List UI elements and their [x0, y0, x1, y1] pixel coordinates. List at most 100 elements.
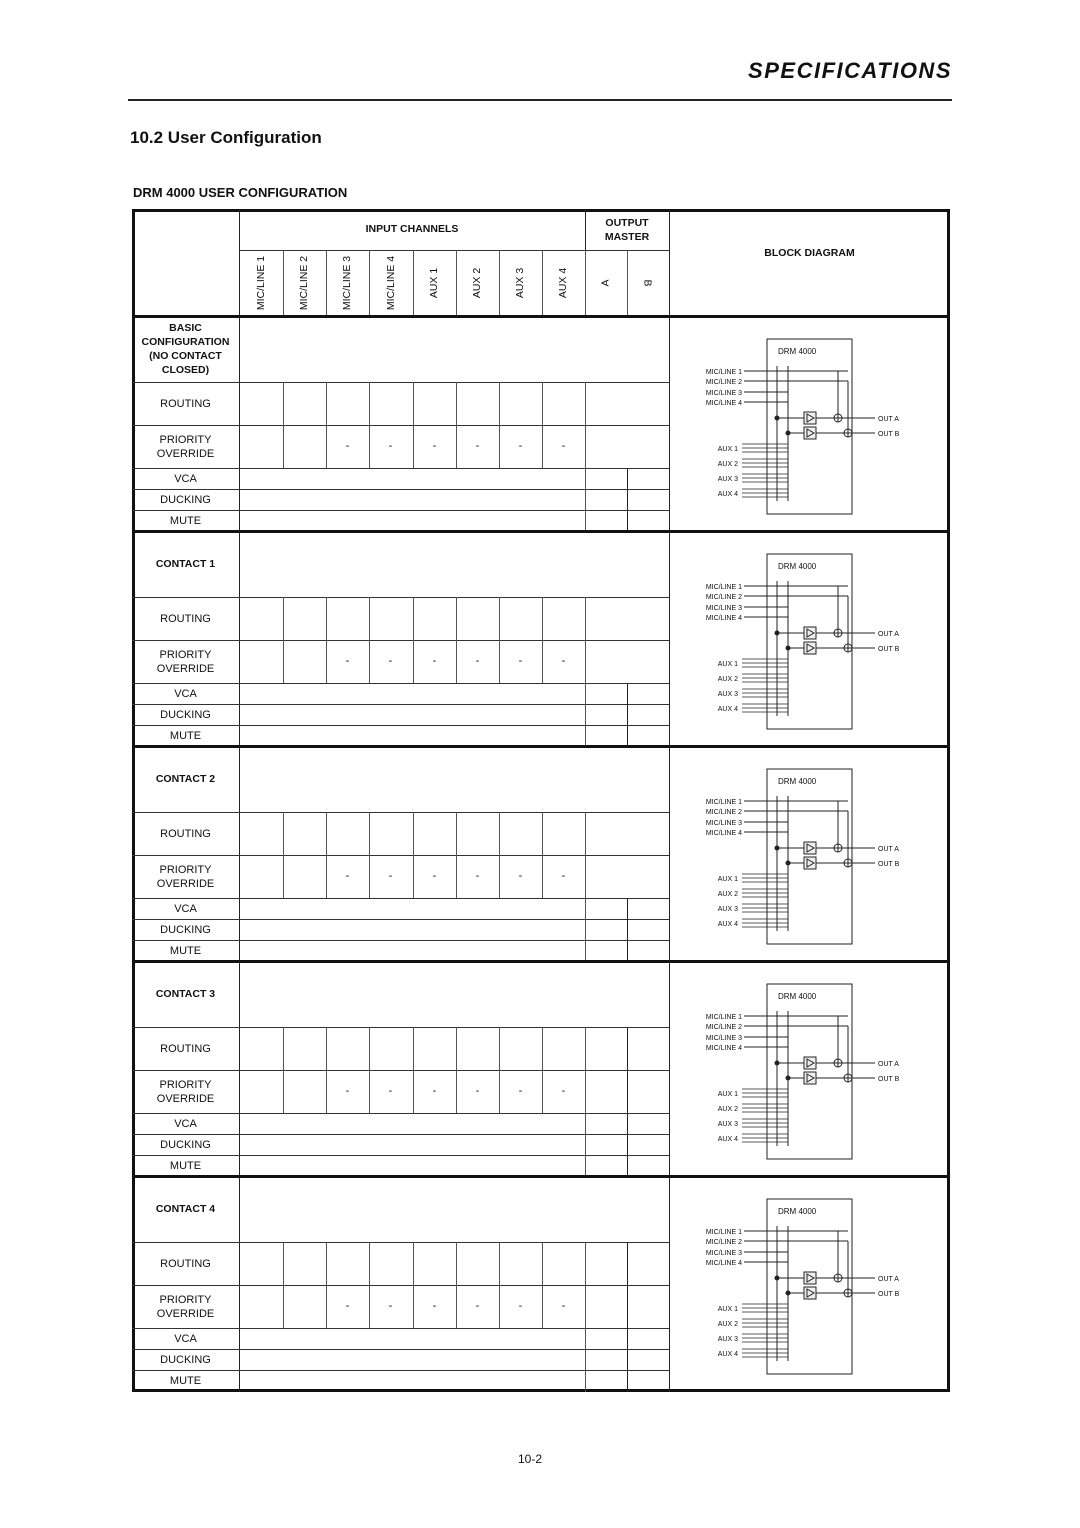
routing-cell[interactable] [284, 1028, 325, 1069]
routing-cell[interactable] [370, 813, 412, 854]
routing-cell[interactable] [543, 1243, 584, 1284]
output-ab-divider [627, 1027, 628, 1113]
output-cell-divider [585, 1328, 586, 1392]
mic-line-input-label: MIC/LINE 4 [706, 1260, 742, 1267]
aux-input-label: AUX 2 [718, 1106, 738, 1113]
routing-cell[interactable] [327, 1243, 368, 1284]
output-ab-divider [627, 1328, 628, 1392]
priority-cell[interactable]: - [326, 1300, 369, 1312]
routing-cell[interactable] [457, 383, 498, 424]
routing-cell[interactable] [370, 1243, 412, 1284]
routing-cell[interactable] [457, 813, 498, 854]
routing-cell[interactable] [240, 1243, 282, 1284]
priority-cell[interactable]: - [499, 1300, 542, 1312]
mute-label: MUTE [169, 1159, 202, 1172]
routing-cell[interactable] [414, 813, 455, 854]
mic-line-input-label: MIC/LINE 1 [706, 584, 742, 591]
routing-cell[interactable] [500, 1028, 541, 1069]
priority-cell[interactable]: - [456, 655, 499, 667]
section-label: CONTACT 3 [155, 988, 216, 1000]
output-label: OUT A [878, 631, 899, 638]
routing-cell[interactable] [240, 598, 282, 639]
output-ab-divider [627, 468, 628, 531]
routing-cell[interactable] [327, 598, 368, 639]
vca-label: VCA [174, 1332, 197, 1345]
routing-cell[interactable] [457, 1028, 498, 1069]
routing-cell[interactable] [370, 1028, 412, 1069]
priority-cell[interactable]: - [542, 1085, 585, 1097]
routing-cell[interactable] [240, 813, 282, 854]
routing-cell[interactable] [240, 383, 282, 424]
priority-cell[interactable]: - [456, 870, 499, 882]
priority-cell[interactable]: - [326, 1085, 369, 1097]
routing-cell[interactable] [284, 813, 325, 854]
routing-cell[interactable] [543, 813, 584, 854]
column-header-label: MIC/LINE 3 [341, 255, 354, 311]
block-diagram-header: BLOCK DIAGRAM [764, 247, 855, 259]
routing-cell[interactable] [370, 598, 412, 639]
priority-cell[interactable]: - [369, 655, 412, 667]
routing-cell[interactable] [414, 1243, 455, 1284]
priority-cell[interactable]: - [499, 440, 542, 452]
output-cell-divider [585, 468, 586, 531]
priority-cell[interactable]: - [413, 440, 456, 452]
output-label: OUT A [878, 1061, 899, 1068]
priority-cell[interactable]: - [413, 870, 456, 882]
routing-cell[interactable] [327, 813, 368, 854]
aux-input-label: AUX 4 [718, 491, 738, 498]
column-header-label: AUX 2 [471, 267, 484, 299]
routing-cell[interactable] [284, 383, 325, 424]
section-label: CONTACT 1 [155, 558, 216, 570]
priority-cell[interactable]: - [326, 655, 369, 667]
output-cell-divider [585, 898, 586, 961]
priority-cell[interactable]: - [456, 440, 499, 452]
routing-cell[interactable] [500, 1243, 541, 1284]
priority-cell[interactable]: - [456, 1085, 499, 1097]
routing-cell[interactable] [457, 1243, 498, 1284]
priority-cell[interactable]: - [326, 440, 369, 452]
column-header-label: MIC/LINE 1 [255, 255, 268, 311]
block-diagram: DRM 4000 MIC/LINE 1 MIC/LINE 2 MIC/LINE 3 MI… [706, 1198, 900, 1375]
routing-cell[interactable] [284, 598, 325, 639]
priority-cell[interactable]: - [542, 1300, 585, 1312]
priority-cell[interactable]: - [413, 1300, 456, 1312]
routing-cell[interactable] [240, 1028, 282, 1069]
priority-cell[interactable]: - [369, 1085, 412, 1097]
routing-cell[interactable] [500, 813, 541, 854]
priority-cell[interactable]: - [369, 440, 412, 452]
priority-cell[interactable]: - [499, 655, 542, 667]
priority-cell[interactable]: - [369, 870, 412, 882]
routing-cell[interactable] [500, 383, 541, 424]
priority-cell[interactable]: - [499, 870, 542, 882]
mute-label: MUTE [169, 944, 202, 957]
priority-cell[interactable]: - [542, 655, 585, 667]
routing-cell[interactable] [327, 383, 368, 424]
channel-cell-divider [585, 1242, 586, 1328]
page-number: 10-2 [518, 1452, 543, 1466]
routing-cell[interactable] [543, 598, 584, 639]
routing-cell[interactable] [414, 383, 455, 424]
routing-cell[interactable] [414, 598, 455, 639]
priority-cell[interactable]: - [413, 1085, 456, 1097]
routing-cell[interactable] [370, 383, 412, 424]
table-title: DRM 4000 USER CONFIGURATION [133, 185, 348, 200]
routing-cell[interactable] [327, 1028, 368, 1069]
output-column-header: A [585, 250, 627, 316]
priority-cell[interactable]: - [413, 655, 456, 667]
routing-cell[interactable] [543, 383, 584, 424]
priority-cell[interactable]: - [542, 870, 585, 882]
routing-cell[interactable] [457, 598, 498, 639]
priority-cell[interactable]: - [326, 870, 369, 882]
routing-cell[interactable] [500, 598, 541, 639]
priority-cell[interactable]: - [369, 1300, 412, 1312]
routing-cell[interactable] [414, 1028, 455, 1069]
input-column-header: AUX 4 [542, 250, 585, 316]
priority-cell[interactable]: - [456, 1300, 499, 1312]
routing-cell[interactable] [543, 1028, 584, 1069]
priority-cell[interactable]: - [542, 440, 585, 452]
routing-cell[interactable] [284, 1243, 325, 1284]
routing-label: ROUTING [160, 397, 211, 410]
priority-cell[interactable]: - [499, 1085, 542, 1097]
vca-label: VCA [174, 1117, 197, 1130]
mic-line-input-label: MIC/LINE 2 [706, 1239, 742, 1246]
